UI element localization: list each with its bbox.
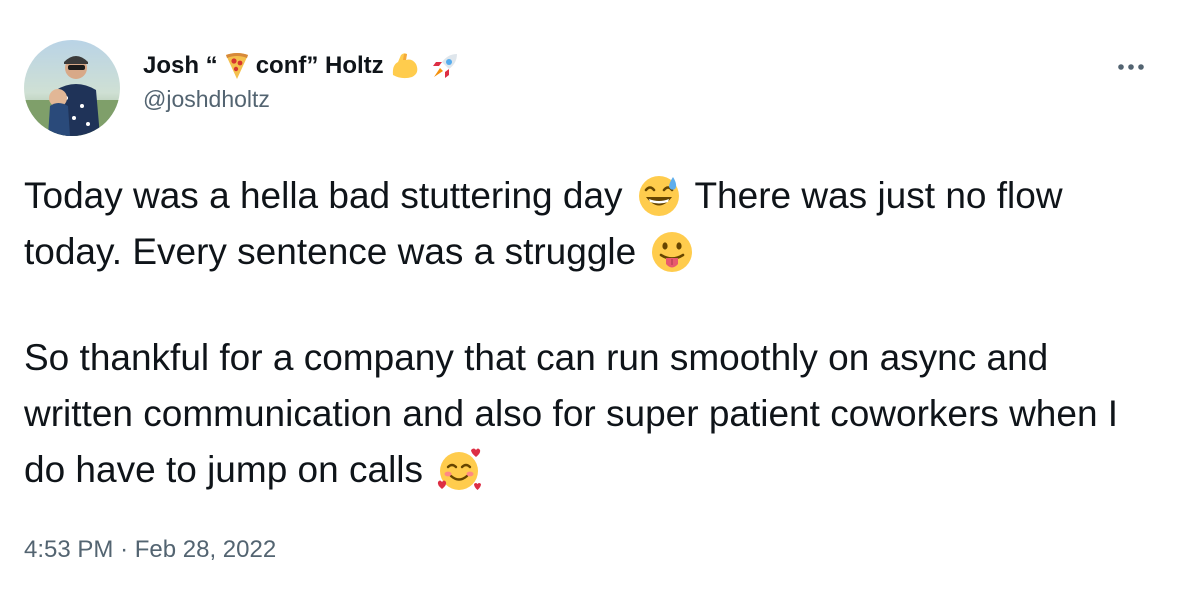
tweet-time-link[interactable]: 4:53 PM bbox=[24, 536, 113, 563]
smiling-hearts-icon bbox=[437, 448, 482, 492]
avatar[interactable] bbox=[24, 40, 120, 136]
tweet-text-line-b: So thankful for a company that can run s… bbox=[24, 337, 1119, 490]
display-name-part1: Josh “ bbox=[143, 52, 218, 79]
tweet-text-line-a1: Today was a hella bad stuttering day bbox=[24, 175, 623, 216]
tweet-paragraph-2: So thankful for a company that can run s… bbox=[24, 330, 1159, 498]
tweet-card: Josh “ conf” Holtz @joshdholtz Today was… bbox=[0, 0, 1178, 597]
tweet-timestamp: 4:53 PM · Feb 28, 2022 bbox=[24, 536, 276, 564]
grinning-sweat-icon bbox=[637, 174, 681, 218]
tongue-out-icon bbox=[650, 230, 694, 274]
tweet-text: Today was a hella bad stuttering day The… bbox=[24, 168, 1159, 498]
display-name-part2: conf” Holtz bbox=[255, 52, 384, 79]
tweet-date-link[interactable]: Feb 28, 2022 bbox=[135, 536, 276, 563]
more-options-icon[interactable] bbox=[1114, 50, 1148, 84]
tweet-paragraph-1: Today was a hella bad stuttering day The… bbox=[24, 168, 1159, 280]
display-name[interactable]: Josh “ conf” Holtz bbox=[143, 46, 460, 86]
username-handle[interactable]: @joshdholtz bbox=[143, 86, 270, 113]
rocket-icon bbox=[430, 51, 460, 81]
pizza-icon bbox=[224, 52, 250, 80]
timestamp-separator: · bbox=[120, 536, 129, 563]
flexed-biceps-icon bbox=[390, 51, 420, 81]
